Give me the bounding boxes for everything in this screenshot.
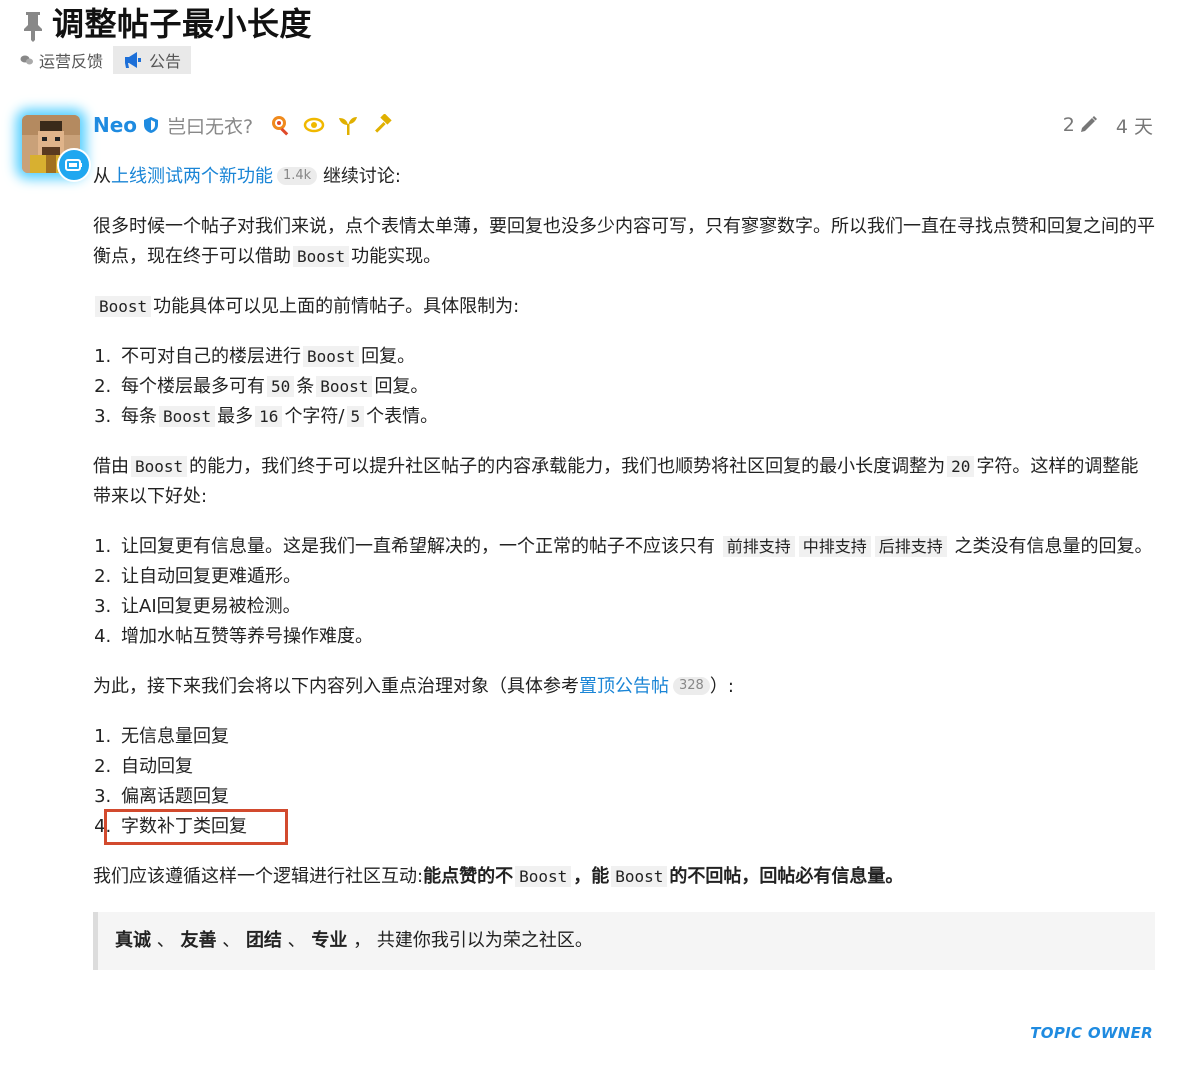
inline-code: Boost <box>293 246 350 267</box>
pin-icon <box>24 12 42 42</box>
username-link[interactable]: Neo <box>93 113 137 137</box>
list-item: 让回复更有信息量。这是我们一直希望解决的，一个正常的帖子不应该只有 前排支持中排… <box>117 532 1155 562</box>
post-meta: 2 4 天 <box>1063 110 1153 140</box>
list-item: 增加水帖互赞等养号操作难度。 <box>117 622 1155 652</box>
click-count-badge: 1.4k <box>277 167 318 185</box>
inline-code: 50 <box>267 376 295 397</box>
targets-list: 无信息量回复 自动回复 偏离话题回复 字数补丁类回复 <box>93 722 1155 845</box>
list-item: 让自动回复更难遁形。 <box>117 562 1155 592</box>
highlight-box: 字数补丁类回复 <box>104 809 288 845</box>
inline-code: Boost <box>611 866 668 887</box>
list-item: 无信息量回复 <box>117 722 1155 752</box>
user-status-badge <box>57 148 91 182</box>
topic-owner-label: TOPIC OWNER <box>1030 1024 1153 1042</box>
text: 功能实现。 <box>351 246 442 267</box>
paragraph: 借由 Boost 的能力，我们终于可以提升社区帖子的内容承载能力，我们也顺势将社区回… <box>93 456 1139 507</box>
list-item-highlighted: 字数补丁类回复 <box>104 809 1155 845</box>
page-title[interactable]: 调整帖子最小长度 <box>52 2 312 46</box>
paragraph: 为此，接下来我们会将以下内容列入重点治理对象（具体参考置顶公告帖 328）: <box>93 676 734 697</box>
paragraph: Boost 功能具体可以见上面的前情帖子。具体限制为: <box>93 292 1155 322</box>
sprout-icon[interactable] <box>337 114 359 136</box>
category-link[interactable]: 运营反馈 <box>39 48 103 72</box>
inline-code: Boost <box>316 376 373 397</box>
list-item: 让AI回复更易被检测。 <box>117 592 1155 622</box>
post-author-line: Neo 岂曰无衣? <box>93 110 405 140</box>
limits-list: 不可对自己的楼层进行Boost回复。 每个楼层最多可有50条Boost回复。 每… <box>93 342 1155 432</box>
tag-label: 公告 <box>149 52 182 71</box>
list-item: 不可对自己的楼层进行Boost回复。 <box>117 342 1155 372</box>
post-body: 从上线测试两个新功能 1.4k 继续讨论: 很多时候一个帖子对我们来说，点个表情太… <box>93 162 1155 970</box>
list-item: 每个楼层最多可有50条Boost回复。 <box>117 372 1155 402</box>
eye-icon[interactable] <box>303 114 325 136</box>
paragraph: 很多时候一个帖子对我们来说，点个表情太单薄，要回复也没多少内容可写，只有寥寥数字… <box>93 212 1155 272</box>
linked-topic[interactable]: 上线测试两个新功能 <box>111 166 273 187</box>
blockquote: 真诚 、 友善 、 团结 、 专业 ， 共建你我引以为荣之社区。 <box>93 912 1155 970</box>
edit-count[interactable]: 2 <box>1063 114 1075 136</box>
paragraph: 我们应该遵循这样一个逻辑进行社区互动:能点赞的不 Boost ，能 Boost 的不回帖… <box>93 866 904 887</box>
comments-icon <box>20 55 33 65</box>
inline-code: 5 <box>346 406 365 427</box>
breadcrumb: 运营反馈 公告 <box>20 46 192 74</box>
post-age[interactable]: 4 天 <box>1116 112 1153 139</box>
list-item: 偏离话题回复 <box>117 782 1155 812</box>
inline-code: Boost <box>303 346 360 367</box>
hammer-icon[interactable] <box>371 114 393 136</box>
pinned-announcement-link[interactable]: 置顶公告帖 <box>579 676 669 697</box>
inline-code: 16 <box>255 406 283 427</box>
inline-code: Boost <box>95 296 152 317</box>
intro-suffix: 继续讨论: <box>322 166 402 187</box>
inline-code: Boost <box>131 456 188 477</box>
inline-code: 后排支持 <box>874 536 947 557</box>
click-count-badge: 328 <box>673 677 710 695</box>
inline-code: 前排支持 <box>722 536 795 557</box>
list-item: 每条Boost最多16个字符/5个表情。 <box>117 402 1155 432</box>
battery-icon <box>65 159 82 171</box>
intro-paragraph: 从上线测试两个新功能 1.4k 继续讨论: <box>93 162 1155 192</box>
megaphone-icon <box>125 52 142 68</box>
shield-icon <box>144 117 159 133</box>
inline-code: 20 <box>947 456 975 477</box>
inline-code: Boost <box>515 866 572 887</box>
benefits-list: 让回复更有信息量。这是我们一直希望解决的，一个正常的帖子不应该只有 前排支持中排… <box>93 532 1155 652</box>
text: 功能具体可以见上面的前情帖子。具体限制为: <box>153 296 520 317</box>
text: 很多时候一个帖子对我们来说，点个表情太单薄，要回复也没多少内容可写，只有寥寥数字… <box>93 216 1155 267</box>
lollipop-icon[interactable] <box>269 114 291 136</box>
tag-announcement[interactable]: 公告 <box>113 46 192 74</box>
list-item: 自动回复 <box>117 752 1155 782</box>
inline-code: Boost <box>159 406 216 427</box>
user-title: 岂曰无衣? <box>167 115 254 138</box>
inline-code: 中排支持 <box>798 536 871 557</box>
pencil-icon[interactable] <box>1078 115 1098 135</box>
topic-header: 调整帖子最小长度 <box>20 2 312 46</box>
intro-prefix: 从 <box>93 166 111 187</box>
